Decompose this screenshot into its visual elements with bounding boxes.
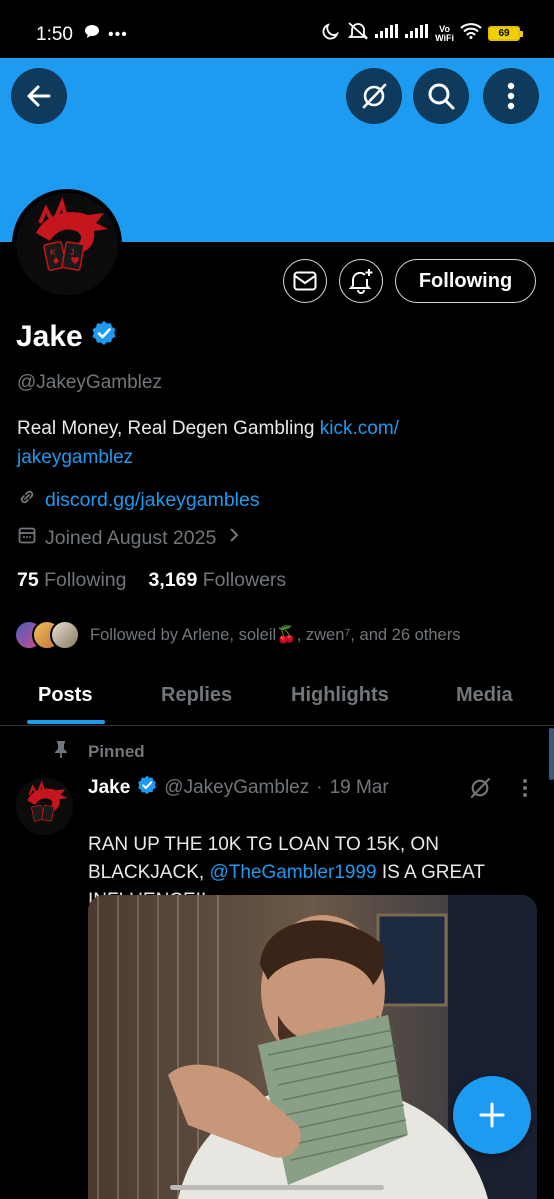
avatar[interactable]: K J (12, 189, 122, 299)
profile-name: Jake (16, 320, 83, 353)
following-button[interactable]: Following (395, 259, 536, 303)
vowifi-label: Vo WiFi (435, 23, 454, 43)
signal-1-icon (375, 24, 399, 43)
post-header: Jake @JakeyGamblez · 19 Mar (88, 775, 389, 801)
post-separator: · (316, 777, 323, 798)
envelope-icon (293, 271, 317, 291)
status-time: 1:50 (36, 24, 73, 45)
bio-text: Real Money, Real Degen Gambling (17, 418, 320, 439)
active-tab-indicator (27, 720, 105, 724)
grok-icon (362, 83, 387, 109)
compose-button[interactable] (453, 1076, 531, 1154)
svg-text:J: J (70, 248, 74, 257)
follower-avatar (50, 620, 80, 650)
verified-badge-icon (137, 775, 157, 801)
post-image[interactable] (88, 895, 537, 1199)
followed-by-text: Followed by Arlene, soleil🍒, zwen⁷, and … (90, 625, 461, 644)
pin-icon (54, 740, 68, 763)
website-link[interactable]: discord.gg/jakeygambles (45, 489, 260, 512)
home-indicator[interactable] (170, 1185, 384, 1190)
profile-tabs: Posts Replies Highlights Media (0, 670, 554, 726)
scrollbar[interactable] (549, 728, 554, 780)
dragon-logo-icon (16, 778, 73, 835)
tab-replies[interactable]: Replies (161, 684, 232, 707)
following-count[interactable]: 75 Following (17, 569, 127, 592)
wifi-icon (460, 23, 482, 44)
pinned-label: Pinned (88, 741, 145, 761)
mute-bell-icon (347, 21, 369, 46)
joined-row[interactable]: Joined August 2025 (17, 525, 240, 551)
tab-posts[interactable]: Posts (38, 684, 92, 707)
arrow-left-icon (27, 85, 51, 107)
post-photo (88, 895, 537, 1199)
bell-plus-icon (348, 269, 373, 294)
joined-date: Joined August 2025 (45, 526, 217, 549)
profile-handle: @JakeyGamblez (17, 372, 162, 393)
svg-text:K: K (50, 248, 56, 257)
more-notifications-icon: ••• (108, 25, 128, 43)
follow-counts: 75 Following 3,169 Followers (17, 569, 286, 592)
post-author[interactable]: Jake (88, 777, 130, 799)
pinned-label-row: Pinned (54, 740, 145, 763)
moon-icon (321, 21, 341, 46)
profile-name-row: Jake (16, 320, 117, 354)
post-mention[interactable]: @TheGambler1999 (209, 862, 376, 883)
notify-button[interactable] (339, 259, 383, 303)
chat-bubble-icon (84, 24, 100, 45)
chevron-right-icon (228, 526, 240, 550)
plus-icon (479, 1102, 505, 1128)
message-button[interactable] (283, 259, 327, 303)
post-handle[interactable]: @JakeyGamblez (164, 777, 309, 799)
post-date: 19 Mar (329, 777, 389, 798)
grok-post-icon[interactable] (467, 775, 493, 806)
grok-button[interactable] (346, 68, 402, 124)
signal-2-icon (405, 24, 429, 43)
calendar-icon (17, 525, 37, 551)
website-row: discord.gg/jakeygambles (17, 487, 260, 513)
dragon-logo-icon: K J (16, 193, 118, 295)
more-vertical-icon (507, 82, 515, 110)
tab-media[interactable]: Media (456, 684, 513, 707)
search-icon (428, 83, 455, 110)
tab-highlights[interactable]: Highlights (291, 684, 389, 707)
status-bar: 1:50 ••• Vo WiFi 69 (0, 0, 554, 58)
post-more-icon[interactable] (522, 778, 528, 803)
followers-count[interactable]: 3,169 Followers (149, 569, 287, 592)
profile-bio: Real Money, Real Degen Gambling kick.com… (17, 414, 517, 472)
verified-badge-icon[interactable] (91, 320, 117, 354)
link-icon (17, 487, 37, 513)
back-button[interactable] (11, 68, 67, 124)
followed-by-row[interactable]: Followed by Arlene, soleil🍒, zwen⁷, and … (14, 620, 460, 650)
battery-icon: 69 (488, 26, 523, 41)
search-button[interactable] (413, 68, 469, 124)
more-button[interactable] (483, 68, 539, 124)
post-avatar[interactable] (16, 778, 73, 835)
